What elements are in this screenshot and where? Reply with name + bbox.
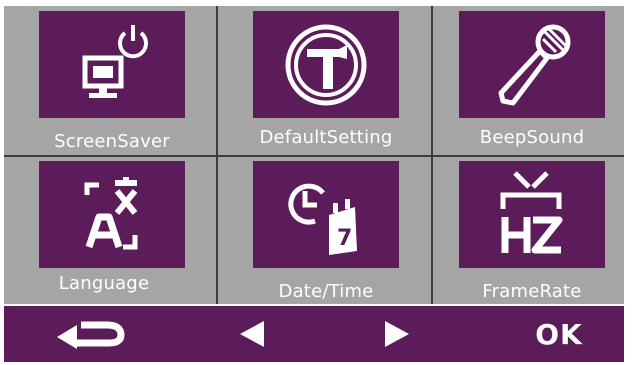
previous-button[interactable]: [226, 306, 276, 362]
microphone-icon: [459, 11, 605, 118]
monitor-power-icon: [39, 11, 185, 118]
settings-screen: ScreenSaver DefaultSetting BeepSound Lan…: [0, 0, 635, 365]
left-triangle-icon: [240, 321, 264, 347]
menu-item-label: ScreenSaver: [54, 131, 170, 152]
ok-button[interactable]: OK: [518, 306, 600, 362]
menu-item-label: DefaultSetting: [259, 127, 393, 148]
hammer-icon: [253, 11, 399, 118]
return-arrow-icon: [57, 321, 125, 349]
ok-label: OK: [535, 317, 583, 351]
divider-horizontal: [4, 155, 624, 157]
menu-item-label: Date/Time: [278, 281, 374, 302]
menu-item-label: Language: [58, 273, 150, 294]
tv-hz-icon: [459, 161, 605, 268]
back-button[interactable]: [46, 306, 136, 362]
next-button[interactable]: [373, 306, 423, 362]
menu-item-label: FrameRate: [482, 281, 582, 302]
svg-text:7: 7: [337, 226, 352, 251]
menu-item-label: BeepSound: [479, 127, 585, 148]
right-triangle-icon: [385, 321, 409, 347]
clock-calendar-icon: 7: [253, 161, 399, 268]
language-icon: [39, 161, 185, 268]
